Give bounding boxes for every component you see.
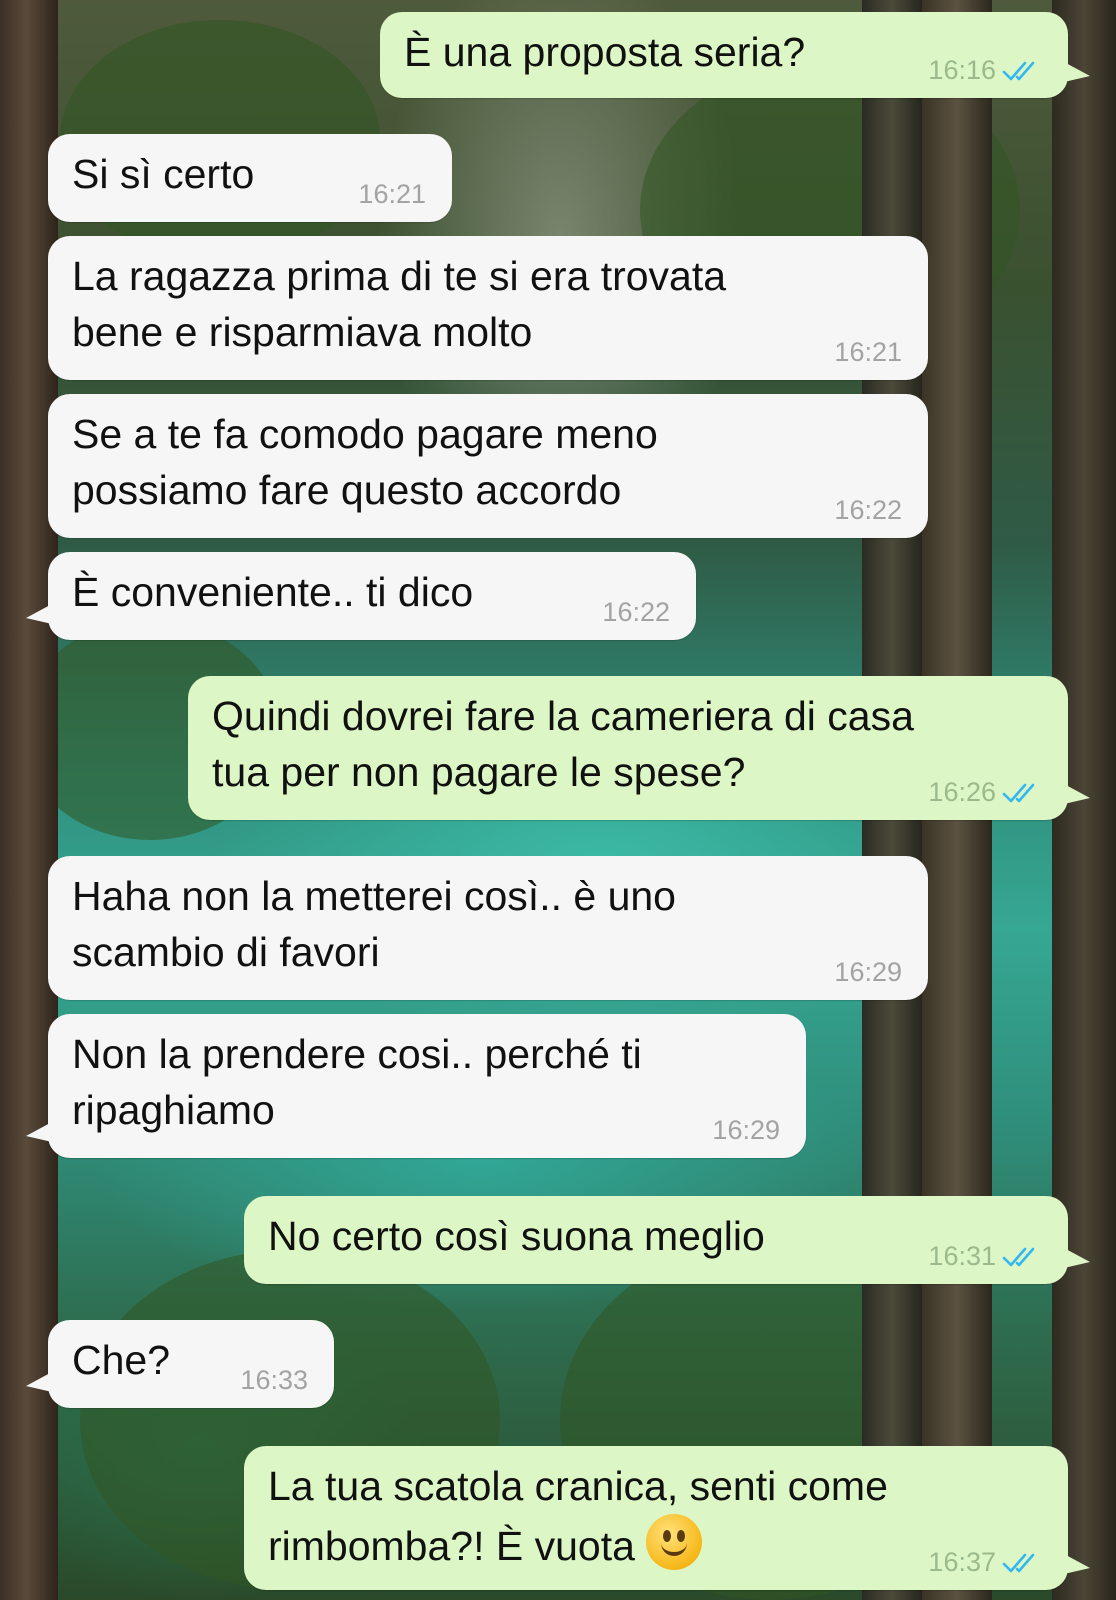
slightly-smiling-face-icon <box>646 1514 703 1570</box>
message-text: La tua scatola cranica, senti come rimbo… <box>268 1458 888 1574</box>
message-text: È una proposta seria? <box>404 29 806 75</box>
double-check-read-icon <box>1002 1247 1035 1266</box>
bubble-tail <box>1064 784 1090 804</box>
message-text: Haha non la metterei così.. è uno scambi… <box>72 873 676 975</box>
incoming-message[interactable]: Che? 16:33 <box>26 1320 334 1408</box>
message-time: 16:31 <box>928 1241 996 1271</box>
message-time: 16:26 <box>928 777 996 807</box>
message-time: 16:21 <box>834 337 902 367</box>
message-time: 16:29 <box>834 957 902 987</box>
message-time: 16:37 <box>928 1547 996 1577</box>
message-text: Che? <box>72 1337 171 1383</box>
message-time: 16:29 <box>712 1115 780 1145</box>
bubble-tail <box>26 1122 52 1142</box>
message-text: No certo così suona meglio <box>268 1213 765 1259</box>
bubble-tail <box>1064 1554 1090 1574</box>
message-text: Si sì certo <box>72 151 255 197</box>
double-check-read-icon <box>1002 61 1035 80</box>
message-time: 16:33 <box>240 1365 308 1395</box>
message-time: 16:22 <box>834 495 902 525</box>
incoming-message[interactable]: Se a te fa comodo pagare meno possiamo f… <box>48 394 928 538</box>
message-text: È conveniente.. ti dico <box>72 569 474 615</box>
bubble-tail <box>1064 1248 1090 1268</box>
incoming-message[interactable]: Si sì certo 16:21 <box>48 134 452 222</box>
outgoing-message[interactable]: No certo così suona meglio 16:31 <box>244 1196 1090 1284</box>
incoming-message[interactable]: Haha non la metterei così.. è uno scambi… <box>48 856 928 1000</box>
message-time: 16:16 <box>928 55 996 85</box>
message-text: Quindi dovrei fare la cameriera di casa … <box>212 693 914 795</box>
bubble-tail <box>1064 62 1090 82</box>
message-text-body: La tua scatola cranica, senti come rimbo… <box>268 1463 888 1569</box>
incoming-message[interactable]: Non la prendere cosi.. perché ti ripaghi… <box>26 1014 806 1158</box>
double-check-read-icon <box>1002 1553 1035 1572</box>
message-text: Se a te fa comodo pagare meno possiamo f… <box>72 411 658 513</box>
outgoing-message[interactable]: Quindi dovrei fare la cameriera di casa … <box>188 676 1090 820</box>
bubble-tail <box>26 1372 52 1392</box>
incoming-message[interactable]: La ragazza prima di te si era trovata be… <box>48 236 928 380</box>
message-time: 16:21 <box>358 179 426 209</box>
double-check-read-icon <box>1002 783 1035 802</box>
message-time: 16:22 <box>602 597 670 627</box>
outgoing-message[interactable]: La tua scatola cranica, senti come rimbo… <box>244 1446 1090 1590</box>
bubble-tail <box>26 604 52 624</box>
outgoing-message[interactable]: È una proposta seria? 16:16 <box>380 12 1090 98</box>
incoming-message[interactable]: È conveniente.. ti dico 16:22 <box>26 552 696 640</box>
message-text: La ragazza prima di te si era trovata be… <box>72 253 727 355</box>
message-text: Non la prendere cosi.. perché ti ripaghi… <box>72 1031 642 1133</box>
